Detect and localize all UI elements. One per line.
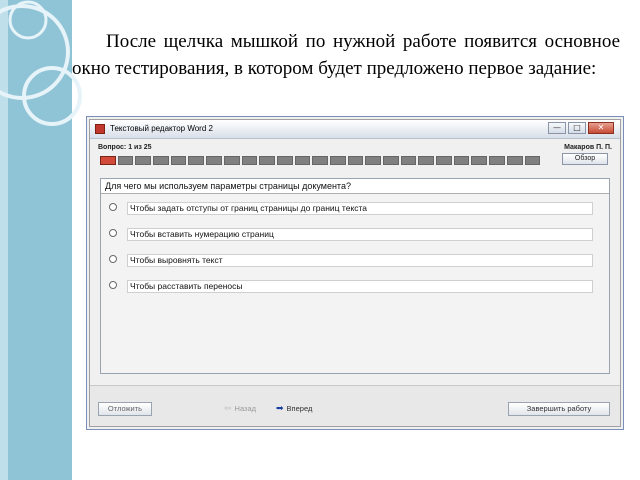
radio-button[interactable]	[109, 255, 117, 263]
answer-option[interactable]: Чтобы расставить переносы	[109, 280, 593, 294]
progress-cell[interactable]	[365, 156, 381, 165]
question-bar: Для чего мы используем параметры страниц…	[101, 179, 609, 194]
test-footer: Отложить ⇦ Назад ➡ Вперед Завершить работу	[90, 385, 620, 426]
minimize-button[interactable]: —	[548, 122, 566, 134]
progress-cell[interactable]	[489, 156, 505, 165]
progress-cell[interactable]	[259, 156, 275, 165]
back-label: Назад	[234, 404, 257, 413]
back-link[interactable]: ⇦ Назад	[224, 404, 256, 414]
answer-option[interactable]: Чтобы задать отступы от границ страницы …	[109, 202, 593, 216]
radio-button[interactable]	[109, 203, 117, 211]
window-title: Текстовый редактор Word 2	[110, 124, 213, 133]
progress-cell[interactable]	[471, 156, 488, 165]
test-header: Вопрос: 1 из 25 Макаров П. П.	[98, 142, 612, 152]
progress-cell[interactable]	[117, 156, 134, 165]
answer-option[interactable]: Чтобы вставить нумерацию страниц	[109, 228, 593, 242]
progress-cell[interactable]	[383, 156, 399, 165]
window-titlebar: Текстовый редактор Word 2 — □ ✕	[90, 120, 620, 139]
instruction-text: После щелчка мышкой по нужной работе поя…	[72, 31, 620, 79]
progress-cell[interactable]	[347, 156, 364, 165]
progress-cell[interactable]	[188, 156, 205, 165]
progress-cell[interactable]	[153, 156, 169, 165]
progress-cell[interactable]	[506, 156, 523, 165]
skip-button[interactable]: Отложить	[98, 402, 152, 416]
progress-cell[interactable]	[453, 156, 470, 165]
answer-text: Чтобы вставить нумерацию страниц	[127, 228, 593, 241]
progress-cell[interactable]	[524, 156, 541, 165]
close-button[interactable]: ✕	[588, 122, 614, 134]
question-counter: Вопрос: 1 из 25	[98, 144, 152, 151]
question-text: Для чего мы используем параметры страниц…	[105, 181, 351, 191]
radio-button[interactable]	[109, 229, 117, 237]
progress-cell[interactable]	[223, 156, 240, 165]
answer-text: Чтобы выровнять текст	[127, 254, 593, 267]
progress-cell[interactable]	[312, 156, 328, 165]
decorative-sidebar	[0, 0, 82, 480]
forward-link[interactable]: ➡ Вперед	[276, 404, 312, 414]
question-progress-bar	[100, 156, 541, 165]
instruction-paragraph: После щелчка мышкой по нужной работе поя…	[72, 28, 620, 82]
answer-text: Чтобы задать отступы от границ страницы …	[127, 202, 593, 215]
screenshot-frame: Текстовый редактор Word 2 — □ ✕ Вопрос: …	[86, 116, 624, 430]
user-name: Макаров П. П.	[564, 144, 612, 151]
radio-button[interactable]	[109, 281, 117, 289]
progress-cell[interactable]	[276, 156, 293, 165]
answers-area: Чтобы задать отступы от границ страницы …	[101, 194, 609, 373]
app-icon	[95, 124, 105, 134]
finish-button[interactable]: Завершить работу	[508, 402, 610, 416]
forward-label: Вперед	[286, 404, 313, 413]
answer-text: Чтобы расставить переносы	[127, 280, 593, 293]
answer-option[interactable]: Чтобы выровнять текст	[109, 254, 593, 268]
progress-cell[interactable]	[294, 156, 311, 165]
progress-cell[interactable]	[329, 156, 346, 165]
question-panel: Для чего мы используем параметры страниц…	[100, 178, 610, 374]
maximize-button[interactable]: □	[568, 122, 586, 134]
progress-cell[interactable]	[135, 156, 152, 165]
progress-cell[interactable]	[241, 156, 258, 165]
progress-cell[interactable]	[436, 156, 452, 165]
progress-cell[interactable]	[418, 156, 435, 165]
overview-button[interactable]: Обзор	[562, 153, 608, 165]
progress-cell[interactable]	[170, 156, 187, 165]
progress-cell[interactable]	[206, 156, 222, 165]
arrow-left-icon: ⇦	[224, 404, 232, 414]
progress-cell[interactable]	[100, 156, 116, 165]
arrow-right-icon: ➡	[276, 404, 284, 414]
progress-cell[interactable]	[400, 156, 417, 165]
test-window: Текстовый редактор Word 2 — □ ✕ Вопрос: …	[89, 119, 621, 427]
